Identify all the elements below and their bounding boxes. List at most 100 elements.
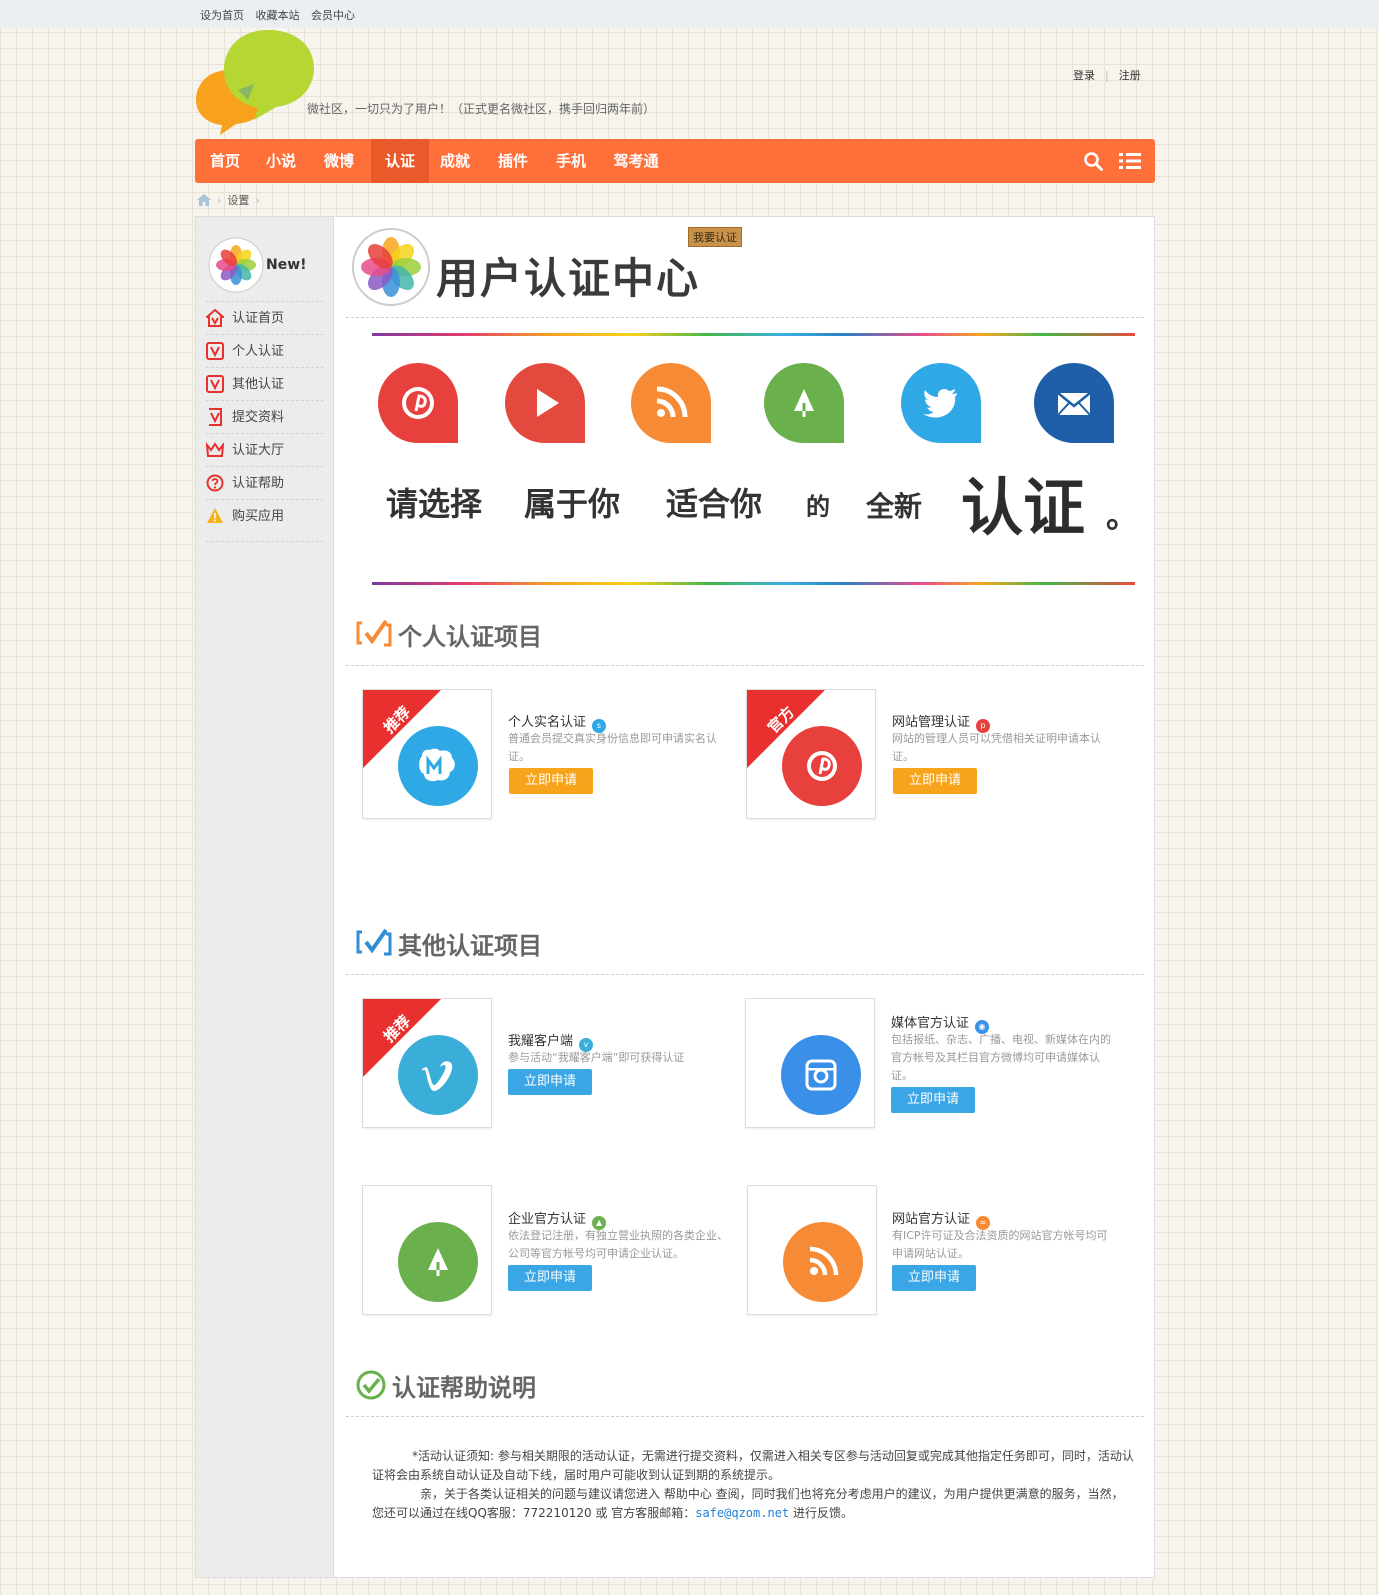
enterprise-apply-button[interactable]: 立即申请 [508, 1265, 592, 1291]
play-icon [537, 389, 559, 417]
official-ribbon: 官方 Ozom.net [747, 690, 825, 768]
check-mark-icon [356, 619, 392, 647]
main-nav: 首页 小说 微博 认证 成就 插件 手机 驾考通 [195, 139, 1155, 183]
recommend-ribbon: 推荐 Ozom.net [363, 690, 441, 768]
pinterest-bubble [378, 363, 458, 443]
nav-verify[interactable]: 认证 [371, 139, 429, 183]
top-bar: 设为首页 收藏本站 会员中心 [0, 0, 1379, 28]
site-logo[interactable] [196, 28, 322, 136]
enterprise-card-image[interactable] [362, 1185, 492, 1315]
home-verify-icon [206, 309, 224, 327]
register-link[interactable]: 注册 [1119, 69, 1141, 82]
site-admin-desc: 网站的管理人员可以凭借相关证明申请本认证。 [892, 732, 1101, 763]
choose-text-1: 请选择 [386, 485, 483, 523]
recommend-ribbon: 推荐 Ozom.net [363, 999, 441, 1077]
instagram-icon [805, 1059, 837, 1091]
sidebar: New! 认证首页 个人认证 其他认证 提交资料 认证大厅 认证帮助 购买应用 [196, 217, 334, 1577]
auth-links: 登录 | 注册 [1073, 69, 1141, 82]
rainbow-divider [372, 582, 1135, 585]
choose-text-5: 全新 [866, 490, 923, 523]
sidebar-item-help[interactable]: 认证帮助 [206, 466, 324, 499]
site-slogan: 微社区，一切只为了用户！（正式更名微社区，携手回归两年前） [307, 102, 656, 116]
enterprise-desc: 依法登记注册，有独立营业执照的各类企业、公司等官方帐号均可申请企业认证。 [508, 1229, 728, 1260]
sidebar-item-personal[interactable]: 个人认证 [206, 334, 324, 367]
email-link[interactable]: safe@qzom.net [695, 1506, 789, 1520]
breadcrumb: › 设置 › [197, 192, 266, 208]
pinterest-icon [402, 387, 434, 419]
media-disc [781, 1035, 861, 1115]
sidebar-item-hall[interactable]: 认证大厅 [206, 433, 324, 466]
client-card-image[interactable]: 推荐 Ozom.net [362, 998, 492, 1128]
bookmark-link[interactable]: 收藏本站 [256, 9, 300, 22]
rss-icon [656, 386, 688, 418]
website-desc: 有ICP许可证及合法资质的网站官方帐号均可申请网站认证。 [892, 1229, 1108, 1260]
mail-bubble [1034, 363, 1114, 443]
rss-icon [809, 1246, 839, 1276]
real-name-card-image[interactable]: 推荐 Ozom.net [362, 689, 492, 819]
nav-home[interactable]: 首页 [203, 139, 247, 183]
choose-text-3: 适合你 [666, 485, 763, 523]
tree-icon [428, 1248, 448, 1276]
client-apply-button[interactable]: 立即申请 [508, 1069, 592, 1095]
twitter-bubble [901, 363, 981, 443]
apply-verify-tag[interactable]: 我要认证 [688, 227, 742, 247]
photos-flower-logo [352, 228, 430, 306]
choose-text-4: 的 [806, 493, 830, 521]
crown-icon [206, 442, 224, 457]
choose-text-2: 属于你 [524, 485, 621, 523]
website-apply-button[interactable]: 立即申请 [892, 1265, 976, 1291]
nav-weibo[interactable]: 微博 [317, 139, 361, 183]
sidebar-item-submit[interactable]: 提交资料 [206, 400, 324, 433]
nav-novel[interactable]: 小说 [259, 139, 303, 183]
top-links: 设为首页 收藏本站 会员中心 [200, 7, 363, 23]
site-admin-apply-button[interactable]: 立即申请 [893, 768, 977, 794]
sidebar-item-verify-home[interactable]: 认证首页 [206, 301, 324, 334]
menu-list-icon[interactable] [1119, 151, 1141, 171]
rss-bubble [631, 363, 711, 443]
rainbow-divider [372, 333, 1135, 336]
new-badge: New! [266, 257, 307, 273]
website-disc [783, 1222, 863, 1302]
help-paragraph-2: 亲，关于各类认证相关的问题与建议请您进入 帮助中心 查阅，同时我们也将充分考虑用… [372, 1487, 1124, 1520]
submit-doc-icon [209, 408, 222, 426]
login-link[interactable]: 登录 [1073, 69, 1095, 82]
nav-plugin[interactable]: 插件 [491, 139, 535, 183]
real-name-apply-button[interactable]: 立即申请 [509, 768, 593, 794]
nav-mobile[interactable]: 手机 [549, 139, 593, 183]
tree-icon [794, 389, 814, 417]
v-badge-icon [206, 375, 224, 393]
nav-driving-test[interactable]: 驾考通 [607, 139, 665, 183]
media-apply-button[interactable]: 立即申请 [891, 1087, 975, 1113]
warning-icon [207, 508, 223, 523]
v-badge-icon [206, 342, 224, 360]
main-content: 用户认证中心 我要认证 请选择 属于你 适合你 的 全新 认证 。 个人认证项目… [336, 217, 1154, 1577]
check-circle-icon [356, 1370, 386, 1400]
envelope-icon [1057, 392, 1091, 416]
real-name-desc: 普通会员提交真实身份信息即可申请实名认证。 [508, 732, 717, 763]
media-desc: 包括报纸、杂志、广播、电视、新媒体在内的官方帐号及其栏目官方微博均可申请媒体认证… [891, 1033, 1111, 1082]
twitter-icon [923, 389, 957, 418]
member-center-link[interactable]: 会员中心 [311, 9, 355, 22]
breadcrumb-current: 设置 [227, 194, 250, 207]
choose-text-6: 认证 [961, 471, 1086, 544]
page-title: 用户认证中心 [436, 254, 701, 303]
nav-achievement[interactable]: 成就 [433, 139, 477, 183]
client-desc: 参与活动“我耀客户端”即可获得认证 [508, 1051, 685, 1064]
choose-text-7: 。 [1106, 497, 1139, 535]
content-panel: New! 认证首页 个人认证 其他认证 提交资料 认证大厅 认证帮助 购买应用 [195, 216, 1155, 1578]
tree-bubble [764, 363, 844, 443]
sidebar-item-other[interactable]: 其他认证 [206, 367, 324, 400]
website-card-image[interactable] [747, 1185, 877, 1315]
youtube-bubble [505, 363, 585, 443]
sidebar-item-buy[interactable]: 购买应用 [206, 499, 324, 532]
set-homepage-link[interactable]: 设为首页 [200, 9, 244, 22]
home-icon[interactable] [197, 194, 211, 206]
question-icon [206, 474, 224, 492]
help-paragraph-1: *活动认证须知: 参与相关期限的活动认证，无需进行提交资料，仅需进入相关专区参与… [372, 1449, 1134, 1482]
enterprise-disc [398, 1222, 478, 1302]
photos-flower-icon [208, 237, 264, 293]
help-text: *活动认证须知: 参与相关期限的活动认证，无需进行提交资料，仅需进入相关专区参与… [372, 1447, 1134, 1523]
media-card-image[interactable] [745, 998, 875, 1128]
site-admin-card-image[interactable]: 官方 Ozom.net [746, 689, 876, 819]
search-icon[interactable] [1083, 151, 1103, 171]
